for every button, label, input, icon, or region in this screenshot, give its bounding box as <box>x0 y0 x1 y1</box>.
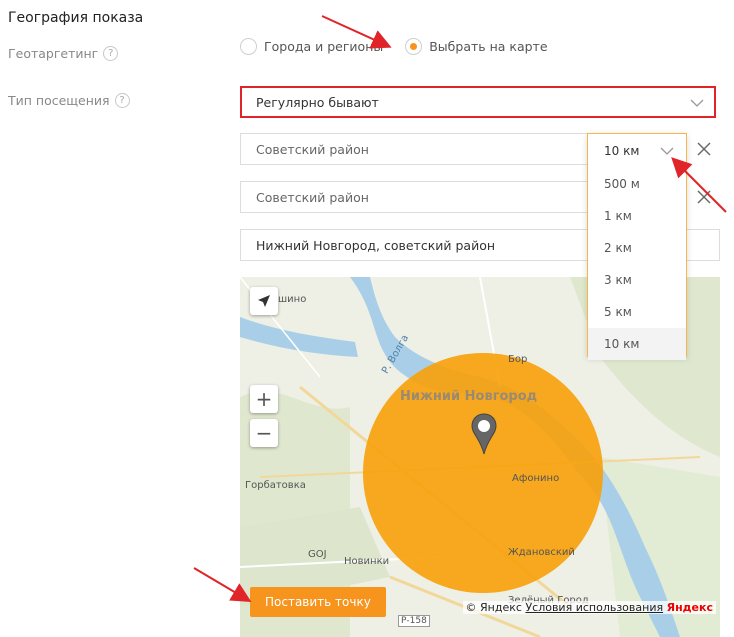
geotargeting-label-text: Геотаргетинг <box>8 46 99 61</box>
map-label: Новинки <box>344 556 390 567</box>
radius-option[interactable]: 3 км <box>588 264 686 296</box>
help-icon[interactable]: ? <box>114 93 130 108</box>
map-label: Ждановский <box>508 547 575 558</box>
map-label: шино <box>278 294 307 305</box>
map-label: Горбатовка <box>245 480 306 491</box>
geotargeting-label: Геотаргетинг ? <box>8 46 119 61</box>
map-label: Афонино <box>512 473 560 484</box>
radius-dropdown[interactable]: 10 км 500 м1 км 2 км 3 км 5 км 10 км <box>587 133 687 360</box>
section-title: География показа <box>8 10 144 26</box>
location-input-2[interactable]: Советский район <box>240 181 590 213</box>
yandex-logo: Яндекс <box>666 601 713 614</box>
zoom-in-button[interactable]: + <box>250 385 278 413</box>
visit-type-select[interactable]: Регулярно бывают <box>240 86 716 118</box>
radio-label: Города и регионы <box>264 39 384 54</box>
address-value: Нижний Новгород, советский район <box>256 237 496 253</box>
radius-dropdown-current[interactable]: 10 км <box>588 134 686 168</box>
remove-location-1-icon[interactable] <box>689 133 719 165</box>
radio-choose-on-map[interactable]: Выбрать на карте <box>405 38 548 55</box>
location-value: Советский район <box>256 189 369 205</box>
chevron-down-icon <box>660 147 674 155</box>
visit-type-label-text: Тип посещения <box>8 93 110 108</box>
road-badge: Р-158 <box>398 615 430 627</box>
city-label: Нижний Новгород <box>400 389 538 404</box>
zoom-out-button[interactable]: − <box>250 419 278 447</box>
radio-cities-regions[interactable]: Города и регионы <box>240 38 383 55</box>
radius-current-value: 10 км <box>604 144 640 158</box>
radius-option[interactable]: 2 км <box>588 232 686 264</box>
radius-option[interactable]: 500 м <box>588 168 686 200</box>
radio-circle-icon[interactable] <box>240 38 257 55</box>
radius-option[interactable]: 1 км <box>588 200 686 232</box>
map-label: GOJ <box>308 549 327 560</box>
navigation-arrow-icon <box>258 295 270 307</box>
radio-checked-icon[interactable] <box>405 38 423 55</box>
help-icon[interactable]: ? <box>103 46 119 61</box>
remove-location-2-icon[interactable] <box>689 181 719 213</box>
copyright-text: © Яндекс <box>465 601 522 614</box>
map-label: Бор <box>508 354 528 365</box>
geolocation-button[interactable] <box>250 287 278 315</box>
visit-type-label: Тип посещения ? <box>8 93 130 108</box>
radius-options-list: 500 м1 км 2 км 3 км 5 км 10 км <box>588 168 686 360</box>
place-point-button[interactable]: Поставить точку <box>250 587 386 617</box>
radius-option[interactable]: 10 км <box>588 328 686 360</box>
geotargeting-radio-group: Города и регионы Выбрать на карте <box>240 38 548 55</box>
visit-type-value: Регулярно бывают <box>256 94 379 110</box>
radius-option[interactable]: 5 км <box>588 296 686 328</box>
map-copyright: © Яндекс Условия использования Яндекс <box>462 601 716 614</box>
radio-label: Выбрать на карте <box>429 39 548 54</box>
location-value: Советский район <box>256 141 369 157</box>
terms-link[interactable]: Условия использования <box>525 601 663 614</box>
location-input-1[interactable]: Советский район <box>240 133 590 165</box>
map-pin-icon[interactable] <box>470 412 502 456</box>
chevron-down-icon <box>690 99 704 107</box>
